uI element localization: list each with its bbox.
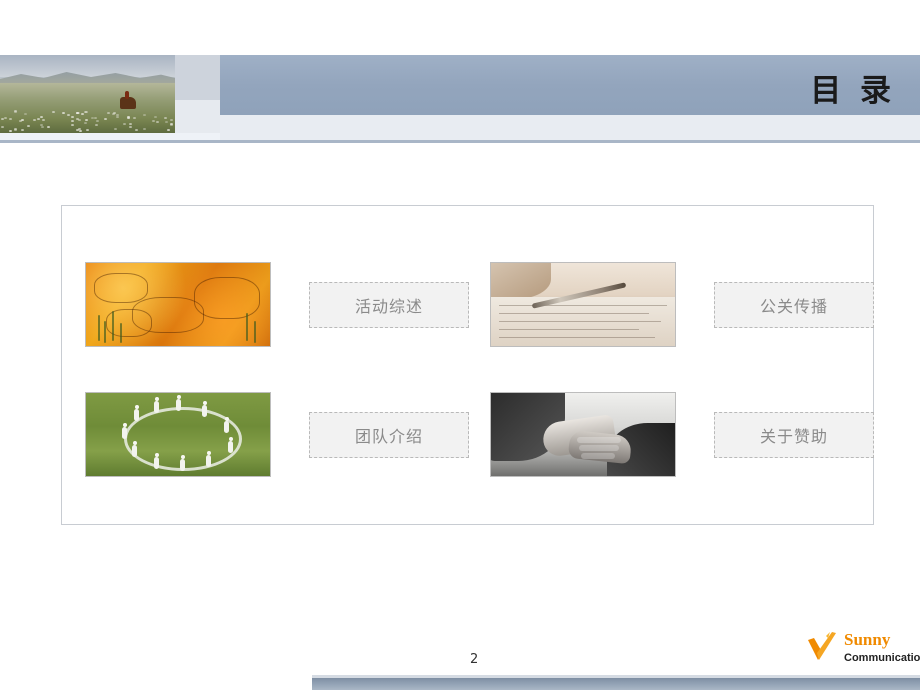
contents-panel: 活动综述 公关传播 团队介绍 关于赞助	[61, 205, 874, 525]
map-grass	[246, 313, 248, 341]
paper-line	[499, 337, 655, 338]
header-subbar	[220, 115, 920, 140]
map-scribble	[94, 273, 148, 303]
team-person	[122, 423, 127, 439]
content-label-4[interactable]: 关于赞助	[714, 412, 874, 458]
header-middle-block	[175, 55, 220, 133]
company-logo: Sunny Communication	[806, 628, 920, 674]
paper-line	[499, 305, 667, 306]
logo-title: Sunny	[844, 630, 891, 649]
team-person	[154, 397, 159, 413]
team-person	[224, 417, 229, 433]
map-grass	[254, 321, 256, 343]
content-item-4[interactable]: 关于赞助	[490, 392, 874, 477]
thumbnail-desk-pen[interactable]	[490, 262, 676, 347]
team-person	[228, 437, 233, 453]
map-grass	[112, 311, 114, 341]
content-label-1[interactable]: 活动综述	[309, 282, 469, 328]
team-person	[154, 453, 159, 469]
footer-bar	[312, 678, 920, 690]
thumbnail-handshake[interactable]	[490, 392, 676, 477]
paper-line	[499, 321, 661, 322]
slide-header: 目 录	[0, 55, 920, 140]
paper-line	[499, 313, 649, 314]
content-item-3[interactable]: 团队介绍	[85, 392, 469, 477]
thumbnail-orange-map[interactable]	[85, 262, 271, 347]
team-person	[176, 395, 181, 411]
content-item-2[interactable]: 公关传播	[490, 262, 874, 347]
map-grass	[98, 315, 100, 341]
header-middle-bottom	[175, 100, 220, 133]
header-middle-top	[175, 55, 220, 100]
thumbnail-team-circle[interactable]	[85, 392, 271, 477]
team-person	[180, 455, 185, 471]
map-scribble	[194, 277, 260, 319]
map-grass	[120, 323, 122, 343]
team-person	[202, 401, 207, 417]
desk-hand-cuff	[491, 263, 551, 299]
handshake-finger	[581, 453, 615, 459]
logo-subtitle: Communication	[844, 652, 920, 664]
photo-sky	[0, 55, 175, 77]
photo-horse-rider	[120, 91, 136, 109]
page-title: 目 录	[810, 73, 895, 109]
paper-line	[499, 329, 639, 330]
map-grass	[104, 321, 106, 343]
page-number: 2	[470, 652, 479, 667]
handshake-finger	[577, 437, 621, 443]
team-person	[206, 451, 211, 467]
handshake-finger	[579, 445, 619, 451]
sunny-checkmark-icon	[808, 632, 836, 660]
header-photo	[0, 55, 175, 133]
header-title-bar: 目 录	[220, 55, 920, 115]
team-person	[134, 405, 139, 421]
photo-sheep-dots	[0, 110, 175, 133]
content-label-2[interactable]: 公关传播	[714, 282, 874, 328]
header-divider	[0, 140, 920, 143]
team-person	[132, 441, 137, 457]
content-label-3[interactable]: 团队介绍	[309, 412, 469, 458]
content-item-1[interactable]: 活动综述	[85, 262, 469, 347]
